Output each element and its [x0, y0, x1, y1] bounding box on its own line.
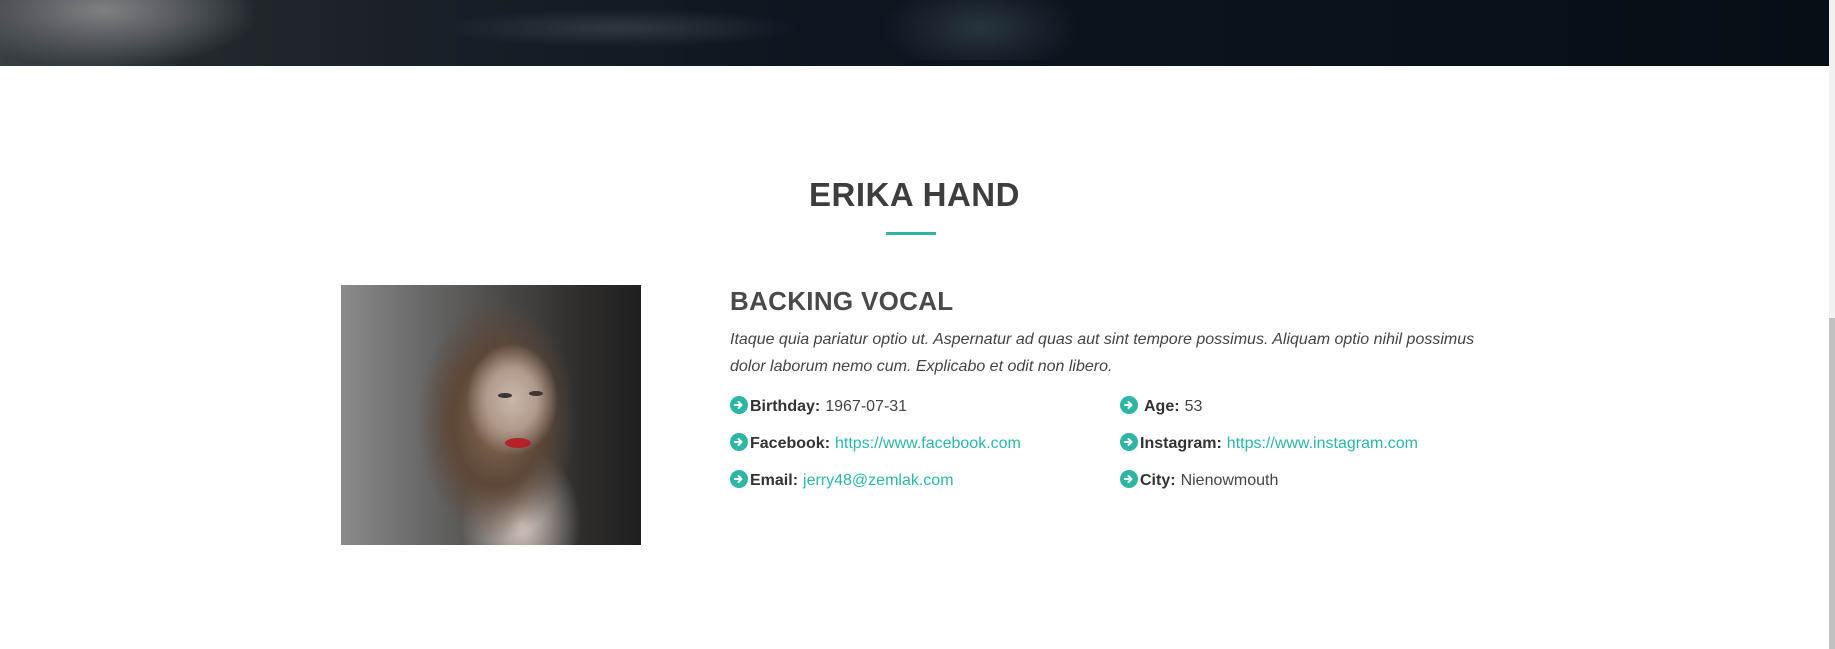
- arrow-circle-right-icon: [730, 470, 748, 488]
- page-scrollbar[interactable]: [1829, 0, 1835, 649]
- detail-label: Facebook:: [750, 435, 831, 452]
- facebook-link[interactable]: https://www.facebook.com: [835, 433, 1021, 455]
- arrow-circle-right-icon: [730, 396, 748, 414]
- detail-instagram: Instagram: https://www.instagram.com: [1120, 433, 1418, 455]
- profile-page: ERIKA HAND BACKING VOCAL Itaque quia par…: [0, 0, 1835, 649]
- detail-birthday: Birthday: 1967-07-31: [730, 396, 907, 418]
- detail-age: Age: 53: [1120, 396, 1202, 418]
- member-name-heading: ERIKA HAND: [809, 176, 1020, 213]
- email-link[interactable]: jerry48@zemlak.com: [803, 470, 954, 492]
- detail-value: 53: [1184, 398, 1203, 415]
- detail-facebook: Facebook: https://www.facebook.com: [730, 433, 1021, 455]
- arrow-circle-right-icon: [730, 433, 748, 451]
- detail-email: Email: jerry48@zemlak.com: [730, 470, 954, 492]
- hero-banner-image: [0, 0, 1829, 66]
- heading-underline: [886, 232, 936, 235]
- member-bio: Itaque quia pariatur optio ut. Aspernatu…: [730, 331, 1475, 375]
- detail-label: Email:: [750, 472, 799, 489]
- detail-city: City: Nienowmouth: [1120, 470, 1278, 492]
- detail-value: Nienowmouth: [1180, 472, 1279, 489]
- instagram-link[interactable]: https://www.instagram.com: [1227, 433, 1418, 455]
- arrow-circle-right-icon: [1120, 433, 1138, 451]
- detail-label: Instagram:: [1140, 435, 1222, 452]
- member-photo: [341, 285, 641, 545]
- scrollbar-thumb[interactable]: [1829, 318, 1835, 649]
- detail-label: Birthday:: [750, 398, 821, 415]
- arrow-circle-right-icon: [1120, 470, 1138, 488]
- detail-value: 1967-07-31: [825, 398, 908, 415]
- detail-label: Age:: [1144, 398, 1180, 415]
- member-role: BACKING VOCAL: [730, 286, 954, 316]
- detail-label: City:: [1140, 472, 1176, 489]
- arrow-circle-right-icon: [1120, 396, 1138, 414]
